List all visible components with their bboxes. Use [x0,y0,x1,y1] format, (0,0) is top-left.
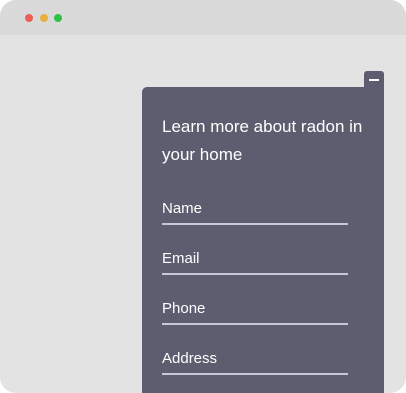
address-field-label: Address [162,350,218,367]
address-field[interactable]: Address [162,347,348,375]
close-window-button[interactable] [25,14,33,22]
email-field-label: Email [162,250,200,267]
email-field[interactable]: Email [162,247,348,275]
minimize-widget-button[interactable] [364,71,384,88]
window-titlebar [0,0,406,35]
minimize-window-button[interactable] [40,14,48,22]
phone-field-label: Phone [162,300,206,317]
name-field-label: Name [162,200,203,217]
minus-icon [369,79,379,81]
radon-info-form: Learn more about radon in your home Name… [142,87,384,393]
form-title: Learn more about radon in your home [162,117,363,164]
zoom-window-button[interactable] [54,14,62,22]
browser-window: Learn more about radon in your home Name… [0,0,406,393]
name-field[interactable]: Name [162,197,348,225]
phone-field[interactable]: Phone [162,297,348,325]
